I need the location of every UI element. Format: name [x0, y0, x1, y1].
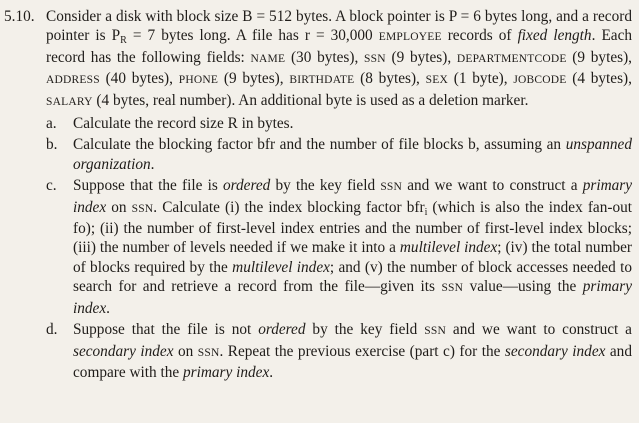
exercise-part-d: d. Suppose that the file is not ordered … [46, 320, 632, 382]
part-text: Calculate the record size R in bytes. [73, 115, 294, 133]
exercise-part-a: a. Calculate the record size R in bytes. [46, 114, 632, 133]
exercise-5-10: 5.10. Consider a disk with block size B … [4, 7, 632, 382]
exercise-part-b: b. Calculate the blocking factor bfr and… [46, 135, 632, 174]
part-text: Suppose that the file is not ordered by … [73, 321, 632, 381]
part-label: b. [46, 136, 58, 154]
exercise-number: 5.10. [4, 8, 35, 25]
textbook-page: 5.10. Consider a disk with block size B … [0, 0, 639, 423]
part-text: Suppose that the file is ordered by the … [73, 177, 633, 317]
exercise-stem: Consider a disk with block size B = 512 … [46, 8, 633, 109]
exercise-parts: a. Calculate the record size R in bytes.… [4, 114, 632, 382]
exercise-part-c: c. Suppose that the file is ordered by t… [46, 176, 632, 318]
part-label: d. [46, 321, 58, 339]
part-text: Calculate the blocking factor bfr and th… [73, 136, 632, 173]
part-label: a. [46, 115, 57, 133]
part-label: c. [46, 177, 57, 195]
